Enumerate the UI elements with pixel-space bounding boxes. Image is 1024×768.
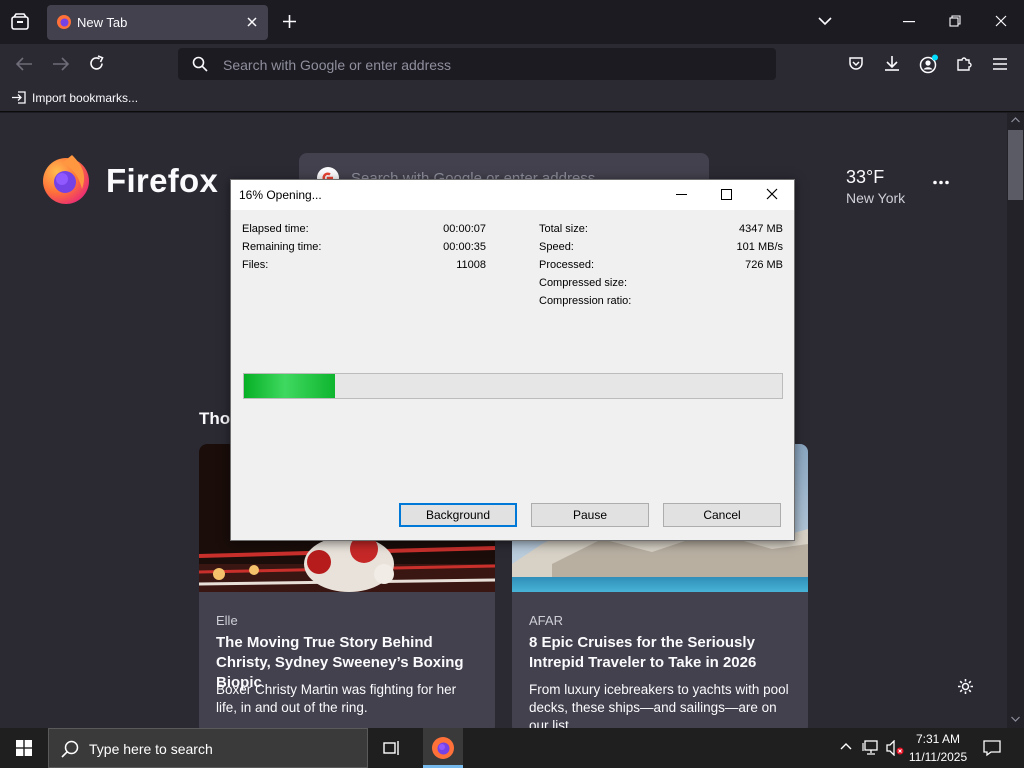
firefox-view-icon[interactable] [10, 13, 30, 31]
account-icon[interactable] [919, 54, 939, 74]
firefox-taskbar-icon [432, 737, 454, 759]
close-window-icon[interactable] [995, 15, 1007, 27]
taskbar-firefox-button[interactable] [423, 728, 463, 768]
processed-value: 726 MB [745, 259, 783, 271]
weather-temperature: 33°F [846, 167, 885, 187]
show-hidden-icons-chevron-icon[interactable] [840, 742, 852, 750]
dialog-maximize-icon[interactable] [721, 189, 732, 200]
elapsed-time-label: Elapsed time: [242, 223, 309, 235]
story-source: AFAR [529, 613, 563, 628]
new-tab-plus-icon[interactable] [282, 14, 297, 29]
firefox-logo-icon [40, 153, 92, 205]
story-excerpt: From luxury icebreakers to yachts with p… [529, 682, 789, 733]
total-size-value: 4347 MB [738, 223, 783, 235]
total-size-label: Total size: [539, 223, 588, 235]
task-view-icon[interactable] [383, 739, 401, 757]
dialog-titlebar[interactable]: 16% Opening... [231, 180, 794, 210]
personalize-gear-icon[interactable] [957, 678, 974, 695]
page-scrollbar[interactable] [1007, 113, 1024, 728]
background-button[interactable]: Background [399, 503, 517, 527]
story-excerpt: Boxer Christy Martin was fighting for he… [216, 682, 457, 715]
firefox-favicon-icon [56, 14, 72, 30]
windows-start-icon[interactable] [16, 740, 32, 756]
clock-time[interactable]: 7:31 AM [898, 732, 978, 746]
processed-label: Processed: [539, 259, 595, 271]
section-heading: Tho [199, 409, 231, 428]
remaining-time-label: Remaining time: [242, 241, 322, 253]
dialog-title: 16% Opening... [239, 188, 322, 202]
clock-date[interactable]: 11/11/2025 [898, 750, 978, 764]
elapsed-time-value: 00:00:07 [443, 223, 486, 235]
taskbar-search-icon [61, 740, 79, 758]
import-icon [12, 91, 26, 104]
address-bar-placeholder: Search with Google or enter address [223, 57, 452, 73]
forward-arrow-icon[interactable] [52, 56, 70, 72]
story-source: Elle [216, 613, 238, 628]
scroll-down-icon[interactable] [1011, 716, 1020, 722]
restore-window-icon[interactable] [949, 15, 961, 27]
reload-icon[interactable] [88, 55, 105, 72]
files-label: Files: [242, 259, 269, 271]
files-value: 11008 [456, 259, 486, 271]
dialog-close-icon[interactable] [766, 188, 778, 200]
tab-strip: New Tab [0, 0, 1024, 44]
tab-new-tab[interactable]: New Tab [47, 5, 268, 40]
hamburger-menu-icon[interactable] [993, 58, 1007, 70]
search-icon [192, 56, 208, 72]
list-all-tabs-chevron-icon[interactable] [818, 16, 832, 26]
remaining-time-value: 00:00:35 [443, 241, 486, 253]
compression-ratio-label: Compression ratio: [539, 295, 632, 307]
address-bar[interactable]: Search with Google or enter address [178, 48, 776, 80]
taskbar-search-box[interactable]: Type here to search [48, 728, 368, 768]
story-headline[interactable]: 8 Epic Cruises for the Seriously Intrepi… [529, 633, 799, 673]
extraction-progress-dialog: 16% Opening... Elapsed time: 00:00:07 Re… [230, 179, 795, 541]
progress-fill [244, 374, 336, 398]
speed-label: Speed: [539, 241, 574, 253]
notifications-icon[interactable] [983, 739, 1001, 757]
pause-button[interactable]: Pause [531, 503, 649, 527]
weather-more-options-icon[interactable] [933, 180, 949, 185]
back-arrow-icon[interactable] [15, 56, 33, 72]
firefox-wordmark: Firefox [106, 162, 219, 199]
dialog-minimize-icon[interactable] [676, 194, 687, 196]
tab-title: New Tab [77, 15, 128, 30]
extensions-puzzle-icon[interactable] [956, 55, 973, 72]
taskbar-search-placeholder: Type here to search [89, 741, 213, 757]
close-tab-icon[interactable] [246, 16, 258, 28]
speed-value: 101 MB/s [736, 241, 783, 253]
progress-bar [243, 373, 783, 399]
network-icon[interactable] [862, 740, 880, 756]
pocket-icon[interactable] [848, 56, 864, 72]
scroll-thumb[interactable] [1008, 130, 1023, 200]
cancel-button[interactable]: Cancel [663, 503, 781, 527]
scroll-up-icon[interactable] [1011, 117, 1020, 123]
compressed-size-label: Compressed size: [539, 277, 628, 289]
weather-location: New York [846, 190, 906, 206]
bookmarks-toolbar: Import bookmarks... [0, 84, 1024, 112]
minimize-window-icon[interactable] [903, 21, 915, 23]
import-bookmarks-label: Import bookmarks... [32, 91, 139, 105]
downloads-icon[interactable] [884, 55, 900, 72]
